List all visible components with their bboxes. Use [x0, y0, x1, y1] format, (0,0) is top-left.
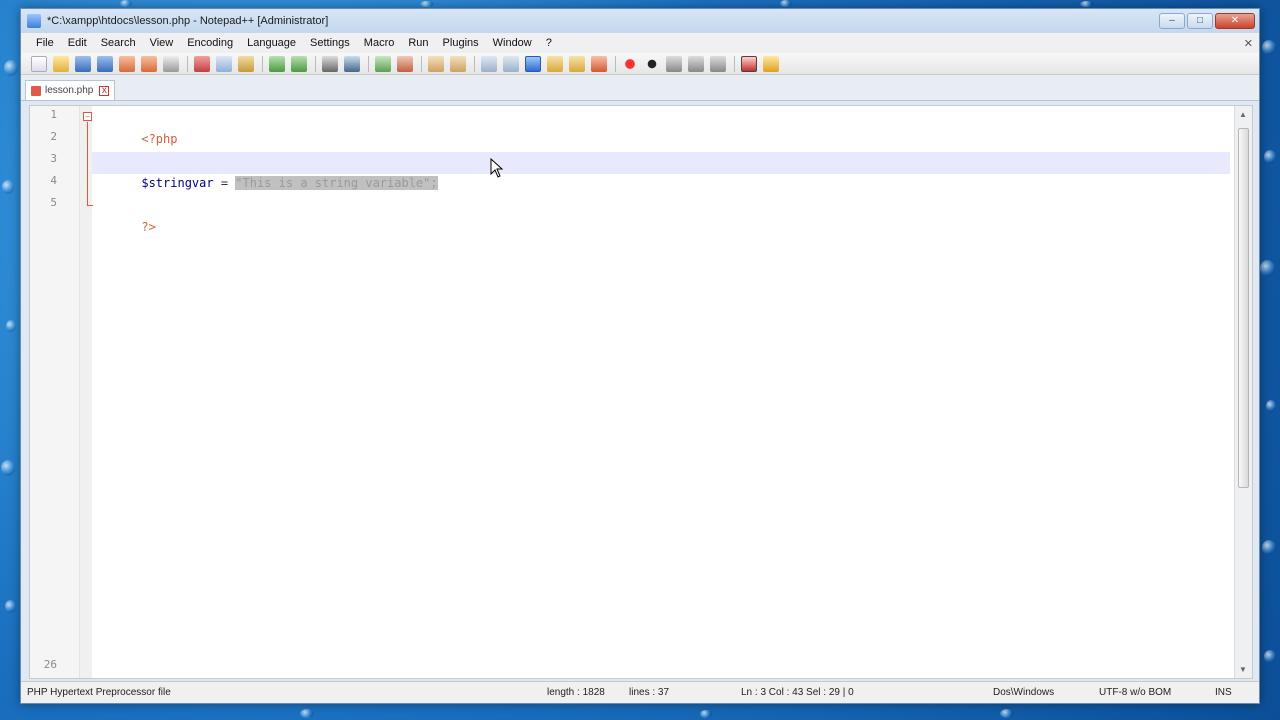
toolbar-separator — [187, 55, 188, 72]
selected-text: "This is a string variable"; — [235, 176, 438, 190]
fold-guide — [87, 122, 88, 206]
line-number: 5 — [50, 196, 57, 209]
scroll-down-icon[interactable]: ▼ — [1239, 665, 1247, 674]
menu-bar: File Edit Search View Encoding Language … — [21, 33, 1259, 53]
menu-file[interactable]: File — [29, 37, 61, 49]
fold-margin[interactable] — [80, 106, 92, 678]
file-icon — [31, 85, 41, 96]
toolbar-separator — [734, 55, 735, 72]
play-macro-icon[interactable] — [666, 55, 682, 72]
line-number: 4 — [50, 174, 57, 187]
close-file-icon[interactable] — [119, 55, 135, 72]
close-icon[interactable]: ✕ — [1215, 13, 1255, 29]
undo-icon[interactable] — [269, 55, 285, 72]
app-icon — [27, 14, 41, 28]
menu-encoding[interactable]: Encoding — [180, 37, 240, 49]
new-file-icon[interactable] — [31, 55, 47, 72]
close-document-icon[interactable]: ✕ — [1244, 37, 1253, 50]
paste-icon[interactable] — [238, 55, 254, 72]
user-lang-icon[interactable] — [547, 55, 563, 72]
mouse-pointer-icon — [490, 158, 504, 178]
code-line-1[interactable]: <?php — [98, 106, 177, 146]
scroll-up-icon[interactable]: ▲ — [1239, 110, 1247, 119]
indent-guide-icon[interactable] — [525, 55, 541, 72]
copy-icon[interactable] — [216, 55, 232, 72]
tab-bar: lesson.php x — [21, 75, 1259, 101]
menu-edit[interactable]: Edit — [61, 37, 94, 49]
vertical-scrollbar[interactable]: ▲ ▼ — [1234, 106, 1252, 678]
toolbar-separator — [315, 55, 316, 72]
fold-collapse-icon[interactable]: − — [83, 112, 92, 121]
menu-plugins[interactable]: Plugins — [436, 37, 486, 49]
menu-view[interactable]: View — [143, 37, 181, 49]
save-macro-icon[interactable] — [710, 55, 726, 72]
replace-icon[interactable] — [344, 55, 360, 72]
line-number-gutter: 1 2 3 4 5 26 — [30, 106, 80, 678]
php-open-tag: <?php — [141, 132, 178, 146]
function-list-icon[interactable] — [591, 55, 607, 72]
word-wrap-icon[interactable] — [481, 55, 497, 72]
maximize-icon[interactable]: □ — [1187, 13, 1213, 29]
line-number: 3 — [50, 152, 57, 165]
toolbar-separator — [368, 55, 369, 72]
assignment-operator: = — [213, 176, 236, 190]
status-bar: PHP Hypertext Preprocessor file length :… — [21, 681, 1259, 703]
fold-guide-end — [87, 205, 93, 206]
find-icon[interactable] — [322, 55, 338, 72]
close-all-icon[interactable] — [141, 55, 157, 72]
status-position: Ln : 3 Col : 43 Sel : 29 | 0 — [741, 687, 854, 698]
sync-vertical-icon[interactable] — [428, 55, 444, 72]
toolbar-separator — [421, 55, 422, 72]
code-line-5[interactable]: ?> — [98, 194, 155, 234]
status-lines: lines : 37 — [629, 687, 670, 698]
save-all-icon[interactable] — [97, 55, 113, 72]
run-macro-multiple-icon[interactable] — [688, 55, 704, 72]
toolbar-separator — [474, 55, 475, 72]
plugin-icon[interactable] — [763, 55, 779, 72]
toolbar — [21, 53, 1259, 75]
scrollbar-thumb[interactable] — [1238, 128, 1249, 488]
toolbar-separator — [615, 55, 616, 72]
line-number: 1 — [50, 108, 57, 121]
menu-language[interactable]: Language — [240, 37, 303, 49]
code-line-3[interactable]: $stringvar = "This is a string variable"… — [98, 150, 438, 190]
php-close-tag: ?> — [141, 220, 156, 234]
close-icon[interactable]: x — [99, 85, 110, 96]
redo-icon[interactable] — [291, 55, 307, 72]
tab-lesson-php[interactable]: lesson.php x — [25, 80, 116, 100]
line-number: 26 — [43, 658, 57, 671]
title-bar[interactable]: *C:\xampp\htdocs\lesson.php - Notepad++ … — [21, 9, 1259, 33]
status-length: length : 1828 — [547, 687, 605, 698]
record-macro-icon[interactable] — [622, 55, 638, 72]
minimize-icon[interactable]: – — [1159, 13, 1185, 29]
menu-window[interactable]: Window — [486, 37, 539, 49]
stop-macro-icon[interactable] — [644, 55, 660, 72]
menu-help[interactable]: ? — [539, 37, 559, 49]
menu-settings[interactable]: Settings — [303, 37, 357, 49]
line-number: 2 — [50, 130, 57, 143]
notepadpp-window: *C:\xampp\htdocs\lesson.php - Notepad++ … — [20, 8, 1260, 704]
doc-map-icon[interactable] — [569, 55, 585, 72]
status-file-type: PHP Hypertext Preprocessor file — [27, 687, 171, 698]
zoom-out-icon[interactable] — [397, 55, 413, 72]
sync-horizontal-icon[interactable] — [450, 55, 466, 72]
window-title: *C:\xampp\htdocs\lesson.php - Notepad++ … — [47, 15, 329, 27]
status-eol: Dos\Windows — [993, 687, 1055, 698]
open-file-icon[interactable] — [53, 55, 69, 72]
spell-check-icon[interactable] — [741, 55, 757, 72]
menu-search[interactable]: Search — [94, 37, 143, 49]
print-icon[interactable] — [163, 55, 179, 72]
save-icon[interactable] — [75, 55, 91, 72]
code-editor[interactable]: 1 2 3 4 5 26 − <?php $stringvar = "This … — [29, 105, 1253, 679]
toolbar-separator — [262, 55, 263, 72]
all-chars-icon[interactable] — [503, 55, 519, 72]
cut-icon[interactable] — [194, 55, 210, 72]
menu-macro[interactable]: Macro — [357, 37, 402, 49]
zoom-in-icon[interactable] — [375, 55, 391, 72]
status-encoding: UTF-8 w/o BOM — [1099, 687, 1172, 698]
tab-label: lesson.php — [45, 85, 94, 96]
status-insert-mode: INS — [1215, 687, 1232, 698]
menu-run[interactable]: Run — [401, 37, 435, 49]
variable-name: $stringvar — [141, 176, 214, 190]
